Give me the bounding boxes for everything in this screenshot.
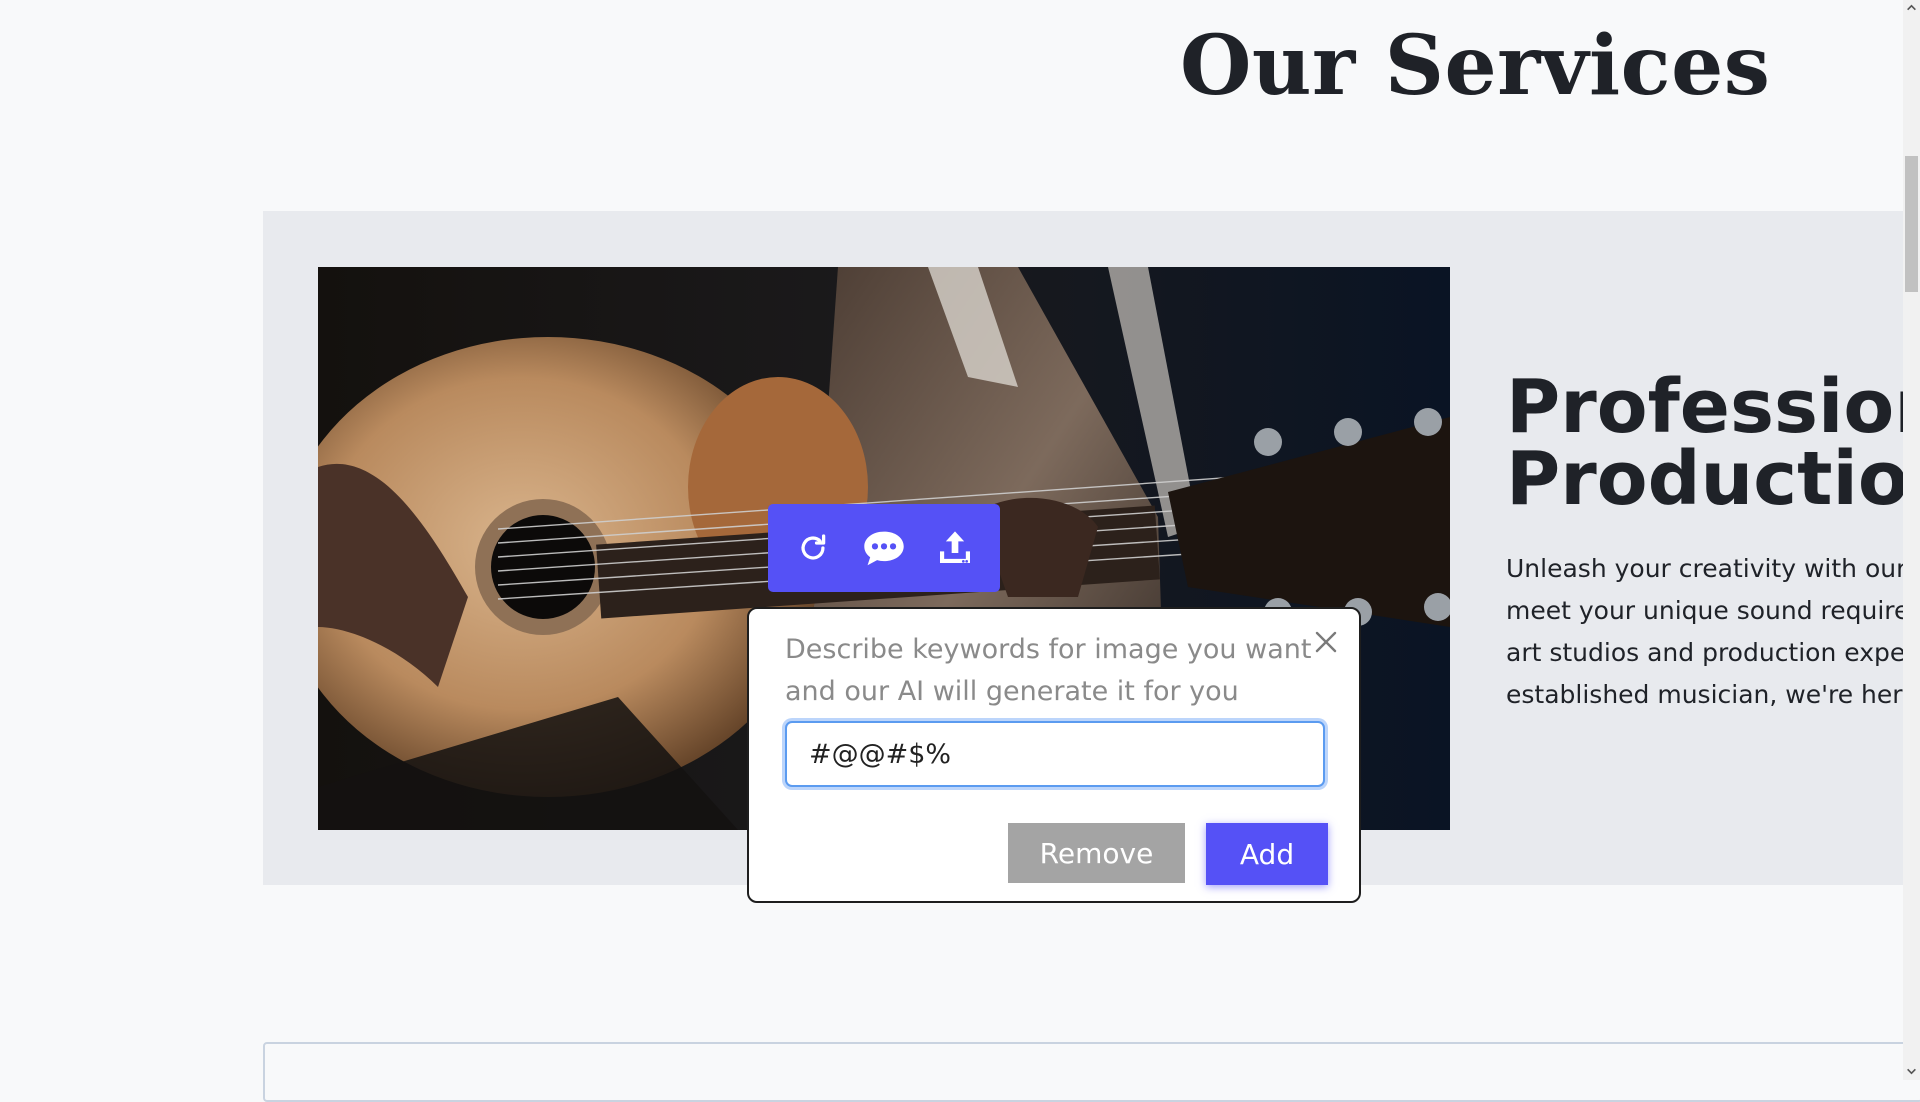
- upload-image-button[interactable]: [929, 522, 981, 574]
- ai-image-popup: Describe keywords for image you want and…: [747, 607, 1361, 903]
- next-service-card: [263, 1042, 1920, 1102]
- chevron-down-icon: [1907, 1068, 1916, 1075]
- add-button[interactable]: Add: [1206, 823, 1328, 885]
- service-text-line: established musician, we're here: [1506, 680, 1909, 709]
- service-description: Unleash your creativity with our meet yo…: [1506, 548, 1909, 716]
- close-popup-button[interactable]: [1311, 627, 1341, 657]
- remove-button[interactable]: Remove: [1008, 823, 1185, 883]
- service-heading-line1: Professiona: [1506, 364, 1909, 450]
- scrollbar-thumb[interactable]: [1905, 156, 1918, 292]
- service-heading-line2: Production: [1506, 436, 1909, 522]
- service-text-line: meet your unique sound requiren: [1506, 596, 1909, 625]
- upload-icon: [939, 531, 970, 563]
- service-heading: Professiona Production: [1506, 364, 1909, 522]
- scroll-down-arrow[interactable]: [1906, 1066, 1917, 1077]
- regenerate-button[interactable]: [787, 522, 839, 574]
- vertical-scrollbar[interactable]: [1903, 0, 1920, 1080]
- chat-bubble-icon: [864, 531, 904, 566]
- image-toolbar: [768, 504, 1000, 592]
- scroll-up-arrow[interactable]: [1906, 2, 1917, 13]
- chevron-up-icon: [1907, 4, 1916, 11]
- service-text-line: art studios and production exper: [1506, 638, 1909, 667]
- service-text-line: Unleash your creativity with our: [1506, 554, 1907, 583]
- close-icon: [1315, 631, 1337, 653]
- popup-description-line2: and our AI will generate it for you: [785, 676, 1239, 707]
- popup-description: Describe keywords for image you want and…: [785, 629, 1312, 713]
- refresh-icon: [801, 534, 826, 560]
- page-title: Our Services: [1180, 18, 1771, 114]
- ai-prompt-button[interactable]: [858, 522, 910, 574]
- image-keywords-input[interactable]: [785, 721, 1325, 787]
- popup-description-line1: Describe keywords for image you want: [785, 634, 1312, 665]
